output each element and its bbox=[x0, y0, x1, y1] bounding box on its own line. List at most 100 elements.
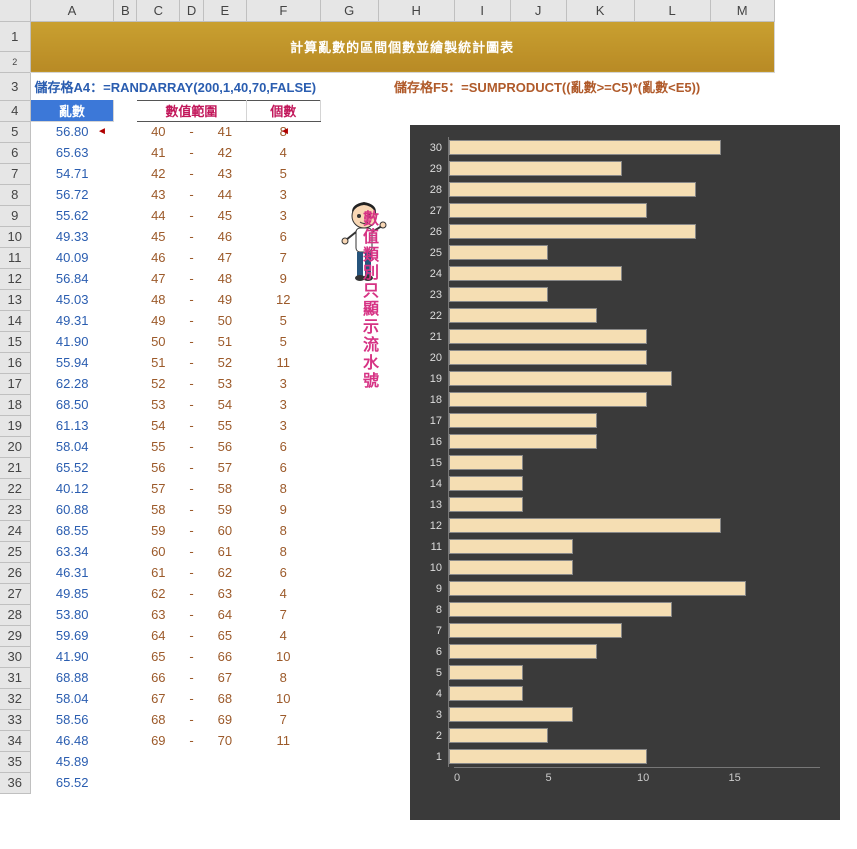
row-header-21[interactable]: 21 bbox=[0, 457, 30, 478]
cell-C13[interactable]: 48 bbox=[137, 289, 180, 310]
row-header-5[interactable]: 5 bbox=[0, 121, 30, 142]
cell-C24[interactable]: 59 bbox=[137, 520, 180, 541]
cell-F25[interactable]: 8 bbox=[246, 541, 320, 562]
cell-A14[interactable]: 49.31 bbox=[30, 310, 114, 331]
cell-A7[interactable]: 54.71 bbox=[30, 163, 114, 184]
cell-F6[interactable]: 4 bbox=[246, 142, 320, 163]
row-header-7[interactable]: 7 bbox=[0, 163, 30, 184]
cell-C30[interactable]: 65 bbox=[137, 646, 180, 667]
cell-F12[interactable]: 9 bbox=[246, 268, 320, 289]
row-header-6[interactable]: 6 bbox=[0, 142, 30, 163]
cell-D19[interactable]: - bbox=[180, 415, 203, 436]
cell-C19[interactable]: 54 bbox=[137, 415, 180, 436]
cell-E16[interactable]: 52 bbox=[203, 352, 246, 373]
cell-C15[interactable]: 50 bbox=[137, 331, 180, 352]
cell-A17[interactable]: 62.28 bbox=[30, 373, 114, 394]
cell-D14[interactable]: - bbox=[180, 310, 203, 331]
col-header-I[interactable]: I bbox=[454, 0, 510, 21]
cell-A26[interactable]: 46.31 bbox=[30, 562, 114, 583]
cell-A35[interactable]: 45.89 bbox=[30, 751, 114, 772]
cell-C23[interactable]: 58 bbox=[137, 499, 180, 520]
row-header-23[interactable]: 23 bbox=[0, 499, 30, 520]
cell-D16[interactable]: - bbox=[180, 352, 203, 373]
cell-C18[interactable]: 53 bbox=[137, 394, 180, 415]
cell-E8[interactable]: 44 bbox=[203, 184, 246, 205]
cell-A29[interactable]: 59.69 bbox=[30, 625, 114, 646]
cell-E17[interactable]: 53 bbox=[203, 373, 246, 394]
row-header-4[interactable]: 4 bbox=[0, 100, 30, 121]
cell-C14[interactable]: 49 bbox=[137, 310, 180, 331]
row-header-30[interactable]: 30 bbox=[0, 646, 30, 667]
cell-A9[interactable]: 55.62 bbox=[30, 205, 114, 226]
row-header-11[interactable]: 11 bbox=[0, 247, 30, 268]
cell-D5[interactable]: - bbox=[180, 121, 203, 142]
row-header-20[interactable]: 20 bbox=[0, 436, 30, 457]
row-header-32[interactable]: 32 bbox=[0, 688, 30, 709]
cell-E15[interactable]: 51 bbox=[203, 331, 246, 352]
cell-D24[interactable]: - bbox=[180, 520, 203, 541]
row-header-8[interactable]: 8 bbox=[0, 184, 30, 205]
cell-C21[interactable]: 56 bbox=[137, 457, 180, 478]
cell-D15[interactable]: - bbox=[180, 331, 203, 352]
cell-E25[interactable]: 61 bbox=[203, 541, 246, 562]
cell-D22[interactable]: - bbox=[180, 478, 203, 499]
cell-F29[interactable]: 4 bbox=[246, 625, 320, 646]
row-header-28[interactable]: 28 bbox=[0, 604, 30, 625]
cell-D8[interactable]: - bbox=[180, 184, 203, 205]
cell-E12[interactable]: 48 bbox=[203, 268, 246, 289]
col-header-K[interactable]: K bbox=[566, 0, 634, 21]
cell-C9[interactable]: 44 bbox=[137, 205, 180, 226]
cell-F19[interactable]: 3 bbox=[246, 415, 320, 436]
cell-C20[interactable]: 55 bbox=[137, 436, 180, 457]
cell-C27[interactable]: 62 bbox=[137, 583, 180, 604]
col-header-L[interactable]: L bbox=[634, 0, 710, 21]
cell-F21[interactable]: 6 bbox=[246, 457, 320, 478]
cell-E10[interactable]: 46 bbox=[203, 226, 246, 247]
cell-E22[interactable]: 58 bbox=[203, 478, 246, 499]
cell-D7[interactable]: - bbox=[180, 163, 203, 184]
row-header-2[interactable]: 2 bbox=[0, 51, 30, 72]
cell-D23[interactable]: - bbox=[180, 499, 203, 520]
cell-D32[interactable]: - bbox=[180, 688, 203, 709]
cell-F9[interactable]: 3 bbox=[246, 205, 320, 226]
cell-A28[interactable]: 53.80 bbox=[30, 604, 114, 625]
row-header-22[interactable]: 22 bbox=[0, 478, 30, 499]
col-header-F[interactable]: F bbox=[246, 0, 320, 21]
cell-E11[interactable]: 47 bbox=[203, 247, 246, 268]
cell-E19[interactable]: 55 bbox=[203, 415, 246, 436]
cell-C22[interactable]: 57 bbox=[137, 478, 180, 499]
row-header-14[interactable]: 14 bbox=[0, 310, 30, 331]
col-header-E[interactable]: E bbox=[203, 0, 246, 21]
cell-A18[interactable]: 68.50 bbox=[30, 394, 114, 415]
cell-E5[interactable]: 41 bbox=[203, 121, 246, 142]
row-header-36[interactable]: 36 bbox=[0, 772, 30, 793]
cell-F31[interactable]: 8 bbox=[246, 667, 320, 688]
cell-D17[interactable]: - bbox=[180, 373, 203, 394]
cell-F17[interactable]: 3 bbox=[246, 373, 320, 394]
row-header-19[interactable]: 19 bbox=[0, 415, 30, 436]
cell-C11[interactable]: 46 bbox=[137, 247, 180, 268]
cell-C6[interactable]: 41 bbox=[137, 142, 180, 163]
row-header-25[interactable]: 25 bbox=[0, 541, 30, 562]
cell-D27[interactable]: - bbox=[180, 583, 203, 604]
cell-D31[interactable]: - bbox=[180, 667, 203, 688]
cell-E9[interactable]: 45 bbox=[203, 205, 246, 226]
cell-C28[interactable]: 63 bbox=[137, 604, 180, 625]
cell-A19[interactable]: 61.13 bbox=[30, 415, 114, 436]
cell-D25[interactable]: - bbox=[180, 541, 203, 562]
cell-A32[interactable]: 58.04 bbox=[30, 688, 114, 709]
cell-C7[interactable]: 42 bbox=[137, 163, 180, 184]
cell-E14[interactable]: 50 bbox=[203, 310, 246, 331]
cell-F14[interactable]: 5 bbox=[246, 310, 320, 331]
cell-F33[interactable]: 7 bbox=[246, 709, 320, 730]
row-header-10[interactable]: 10 bbox=[0, 226, 30, 247]
cell-D29[interactable]: - bbox=[180, 625, 203, 646]
cell-A16[interactable]: 55.94 bbox=[30, 352, 114, 373]
col-header-C[interactable]: C bbox=[137, 0, 180, 21]
cell-D13[interactable]: - bbox=[180, 289, 203, 310]
cell-D10[interactable]: - bbox=[180, 226, 203, 247]
cell-F22[interactable]: 8 bbox=[246, 478, 320, 499]
cell-E6[interactable]: 42 bbox=[203, 142, 246, 163]
cell-F13[interactable]: 12 bbox=[246, 289, 320, 310]
cell-E24[interactable]: 60 bbox=[203, 520, 246, 541]
